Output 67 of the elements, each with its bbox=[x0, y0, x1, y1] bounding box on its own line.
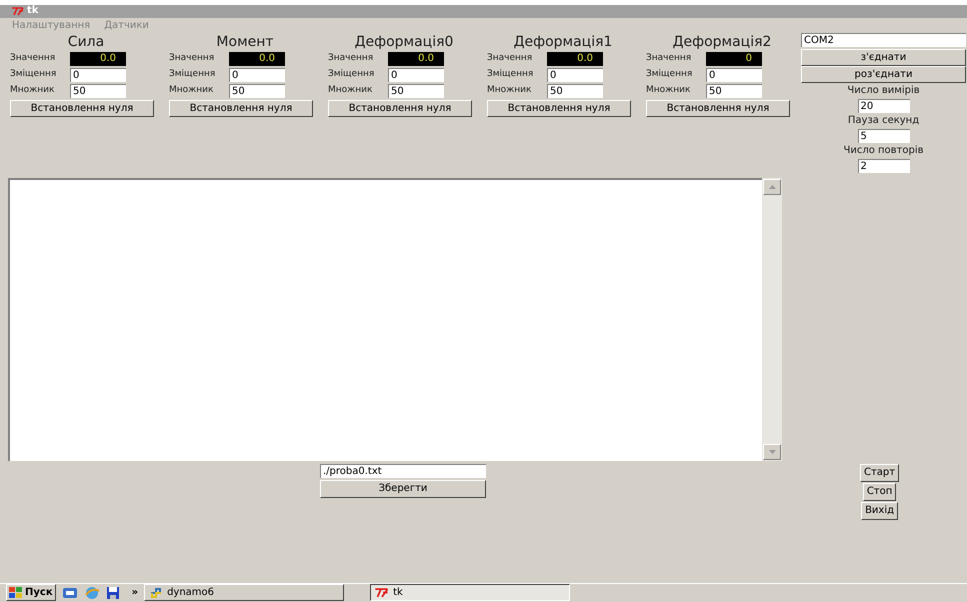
input-field[interactable]: 20 bbox=[858, 99, 910, 114]
save-button[interactable]: Зберегти bbox=[320, 480, 486, 498]
field-label: Зміщення bbox=[10, 68, 58, 82]
overflow-chevron[interactable]: » bbox=[132, 585, 138, 600]
value-display: 0 bbox=[706, 52, 762, 66]
sensor-title: Деформація2 bbox=[672, 33, 772, 52]
input-field[interactable]: 50 bbox=[70, 84, 126, 98]
control-button[interactable]: Стоп bbox=[862, 483, 896, 502]
scroll-down-icon[interactable] bbox=[763, 444, 781, 460]
value-display: 0.0 bbox=[229, 52, 285, 66]
input-field[interactable]: 50 bbox=[547, 84, 603, 98]
value-display: 0.0 bbox=[547, 52, 603, 66]
python-snake-icon bbox=[149, 586, 164, 599]
window-title: tk bbox=[27, 6, 38, 16]
field-label: Множник bbox=[646, 84, 692, 98]
desktop-icon[interactable] bbox=[62, 586, 78, 600]
field-label: Значення bbox=[10, 52, 56, 66]
field-label: Множник bbox=[328, 84, 374, 98]
input-field[interactable]: 2 bbox=[858, 159, 910, 174]
disconnect-button[interactable]: роз'єднати bbox=[801, 66, 966, 84]
sensor-title: Сила bbox=[66, 33, 106, 52]
port-field[interactable]: COM2 bbox=[801, 33, 966, 48]
input-field[interactable]: 0 bbox=[388, 68, 444, 82]
input-field[interactable]: 50 bbox=[706, 84, 762, 98]
connect-button[interactable]: з'єднати bbox=[801, 49, 966, 66]
sensor-title: Деформація0 bbox=[354, 33, 454, 52]
input-field[interactable]: 50 bbox=[388, 84, 444, 98]
sensor-title: Момент bbox=[215, 33, 275, 52]
field-label: Значення bbox=[487, 52, 534, 66]
zero-button[interactable]: Встановлення нуля bbox=[10, 100, 154, 118]
zero-button[interactable]: Встановлення нуля bbox=[328, 100, 472, 118]
windows-flag-icon bbox=[9, 587, 23, 598]
zero-button[interactable]: Встановлення нуля bbox=[169, 100, 313, 118]
field-label: Зміщення bbox=[487, 68, 534, 82]
taskbar-button[interactable]: dynamo6 bbox=[144, 584, 344, 602]
field-label: Значення bbox=[328, 52, 374, 66]
feather-logo-icon bbox=[375, 588, 390, 598]
input-field[interactable]: 0 bbox=[706, 68, 762, 82]
sensor-title: Деформація1 bbox=[512, 33, 614, 52]
field-label: Число повторів bbox=[843, 144, 924, 158]
field-label: Пауза секунд bbox=[848, 114, 920, 128]
zero-button[interactable]: Встановлення нуля bbox=[487, 100, 631, 118]
scroll-up-icon[interactable] bbox=[763, 179, 781, 196]
value-display: 0.0 bbox=[388, 52, 444, 66]
field-label: Зміщення bbox=[328, 68, 376, 82]
field-label: Зміщення bbox=[169, 68, 216, 82]
input-field[interactable]: 0 bbox=[229, 68, 285, 82]
control-button[interactable]: Старт bbox=[860, 464, 900, 482]
field-label: Зміщення bbox=[646, 68, 694, 82]
field-label: Множник bbox=[169, 84, 214, 98]
field-label: Значення bbox=[169, 52, 216, 66]
input-field[interactable]: 0 bbox=[547, 68, 603, 82]
scrollbar[interactable] bbox=[762, 178, 782, 462]
input-field[interactable]: 0 bbox=[70, 68, 126, 82]
field-label: Число вимірів bbox=[847, 84, 920, 98]
field-label: Множник bbox=[10, 84, 56, 98]
zero-button[interactable]: Встановлення нуля bbox=[646, 100, 790, 118]
value-display: 0.0 bbox=[70, 52, 126, 66]
field-label: Значення bbox=[646, 52, 692, 66]
control-button[interactable]: Вихід bbox=[861, 502, 898, 520]
taskbar-button[interactable]: tk bbox=[370, 584, 570, 602]
filename-field[interactable]: ./proba0.txt bbox=[320, 464, 486, 478]
start-button[interactable]: Пуск bbox=[6, 584, 56, 602]
input-field[interactable]: 50 bbox=[229, 84, 285, 98]
field-label: Множник bbox=[487, 84, 532, 98]
input-field[interactable]: 5 bbox=[858, 129, 910, 144]
feather-logo-icon bbox=[12, 6, 24, 16]
